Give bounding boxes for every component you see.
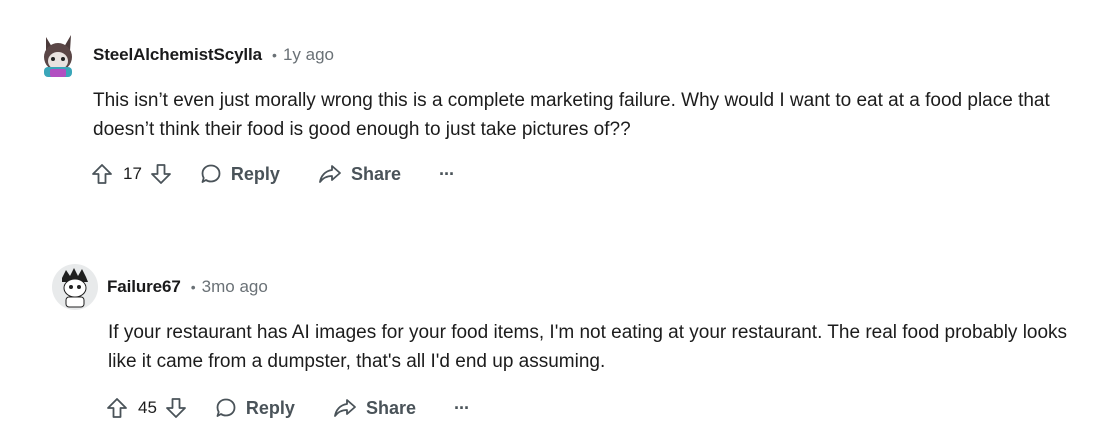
avatar[interactable] — [38, 31, 78, 79]
downvote-icon[interactable] — [165, 397, 187, 419]
share-button[interactable]: Share — [318, 163, 401, 185]
reply-label: Reply — [245, 397, 295, 418]
upvote-icon[interactable] — [91, 163, 113, 185]
comment: Failure67 • 3mo ago If your restaurant h… — [52, 260, 1068, 426]
more-icon[interactable]: ··· — [454, 399, 470, 417]
timestamp[interactable]: 3mo ago — [202, 277, 268, 297]
reply-label: Reply — [230, 163, 280, 184]
vote-score: 45 — [138, 398, 157, 417]
comment-header: SteelAlchemistScylla • 1y ago — [38, 28, 1073, 82]
separator-dot: • — [190, 279, 196, 295]
comment-actions: 45 Reply Share ··· — [106, 390, 1068, 426]
comment: SteelAlchemistScylla • 1y ago This isn’t… — [38, 28, 1073, 192]
username[interactable]: SteelAlchemistScylla — [93, 45, 262, 65]
share-label: Share — [350, 163, 401, 184]
comment-header: Failure67 • 3mo ago — [52, 260, 1068, 314]
comment-actions: 17 Reply Share ··· — [91, 156, 1073, 192]
reply-bubble-icon — [216, 398, 236, 417]
username[interactable]: Failure67 — [107, 277, 181, 297]
more-icon[interactable]: ··· — [439, 165, 455, 183]
vote-score: 17 — [123, 164, 142, 183]
reply-button[interactable]: Reply — [200, 163, 280, 185]
share-arrow-icon — [319, 165, 341, 183]
avatar[interactable] — [52, 264, 98, 310]
reply-button[interactable]: Reply — [215, 397, 295, 419]
separator-dot: • — [272, 47, 277, 63]
downvote-icon[interactable] — [150, 163, 172, 185]
share-label: Share — [365, 397, 416, 418]
upvote-icon[interactable] — [106, 397, 128, 419]
comment-text: This isn’t even just morally wrong this … — [93, 90, 1050, 140]
timestamp[interactable]: 1y ago — [283, 45, 334, 65]
share-arrow-icon — [334, 399, 356, 417]
share-button[interactable]: Share — [333, 397, 416, 419]
comment-text: If your restaurant has AI images for you… — [108, 322, 1068, 372]
reply-bubble-icon — [201, 164, 221, 183]
